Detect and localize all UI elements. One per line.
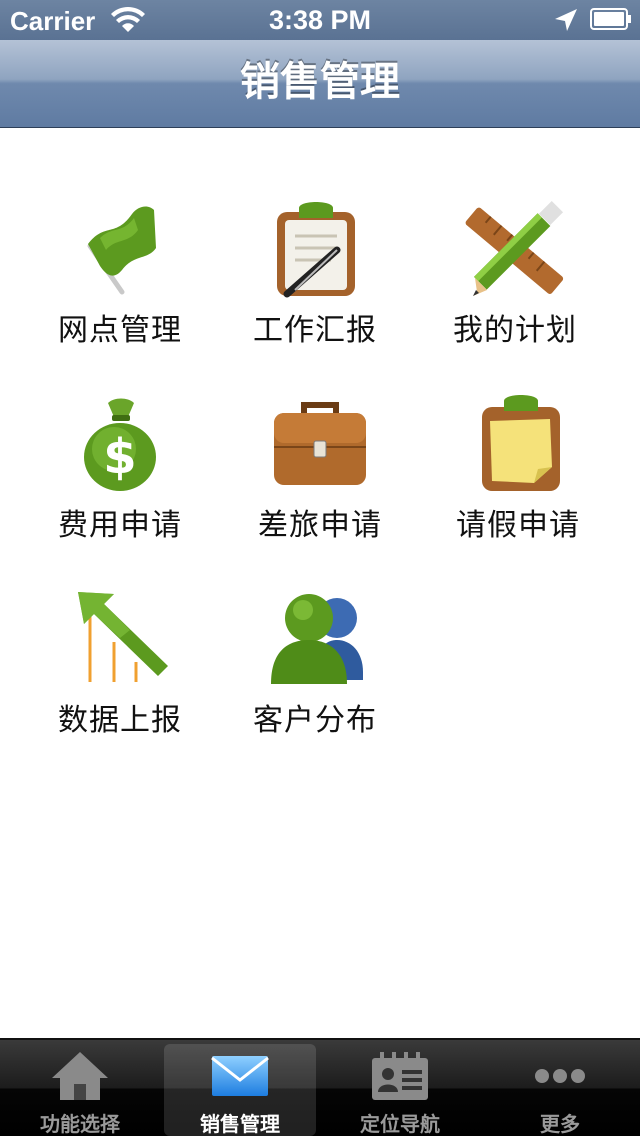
money-bag-icon: $	[84, 398, 156, 491]
location-arrow-icon	[555, 9, 577, 31]
tab-label: 功能选择	[40, 1112, 120, 1136]
menu-item-customer-distribution[interactable]: 客户分布	[215, 590, 415, 760]
tab-sales-management[interactable]: 销售管理	[164, 1044, 316, 1136]
menu-label: 差旅申请	[258, 508, 382, 543]
tab-location-navigation[interactable]: 定位导航	[324, 1044, 476, 1136]
mail-icon	[211, 1056, 269, 1096]
home-icon	[52, 1052, 108, 1100]
menu-label: 请假申请	[456, 508, 580, 543]
battery-icon	[590, 8, 631, 30]
clock: 3:38 PM	[268, 5, 372, 35]
briefcase-icon	[274, 402, 366, 485]
menu-item-leave-request[interactable]: 请假申请	[418, 395, 618, 565]
tab-bar: 功能选择 销售管理 定位导航 更多	[0, 1038, 640, 1136]
menu-item-my-plan[interactable]: 我的计划	[415, 200, 615, 370]
menu-label: 费用申请	[58, 508, 182, 543]
contact-card-icon	[372, 1052, 428, 1100]
menu-label: 网点管理	[58, 313, 182, 348]
more-icon	[535, 1069, 585, 1083]
sticky-note-icon	[482, 395, 560, 491]
menu-item-data-report[interactable]: 数据上报	[20, 590, 220, 760]
growth-arrow-icon	[78, 592, 168, 682]
menu-label: 客户分布	[253, 703, 377, 738]
ruler-pencil-icon	[465, 200, 564, 296]
status-bar: Carrier 3:38 PM	[0, 0, 640, 40]
svg-text:$: $	[103, 429, 136, 485]
tab-label: 定位导航	[360, 1112, 440, 1136]
tab-label: 销售管理	[200, 1112, 280, 1136]
menu-label: 数据上报	[58, 703, 182, 738]
users-icon	[271, 594, 363, 684]
menu-item-work-report[interactable]: 工作汇报	[215, 200, 415, 370]
menu-label: 工作汇报	[253, 313, 377, 348]
tab-label: 更多	[540, 1112, 580, 1136]
clipboard-pen-icon	[277, 202, 355, 298]
menu-item-expense-request[interactable]: $ 费用申请	[20, 395, 220, 565]
menu-label: 我的计划	[453, 313, 577, 348]
menu-item-outlet-management[interactable]: 网点管理	[20, 200, 220, 370]
tab-function-select[interactable]: 功能选择	[4, 1044, 156, 1136]
navigation-bar: 销售管理	[0, 40, 640, 128]
tab-more[interactable]: 更多	[484, 1044, 636, 1136]
menu-item-travel-request[interactable]: 差旅申请	[220, 395, 420, 565]
green-flag-icon	[87, 206, 156, 295]
page-title: 销售管理	[240, 59, 400, 105]
